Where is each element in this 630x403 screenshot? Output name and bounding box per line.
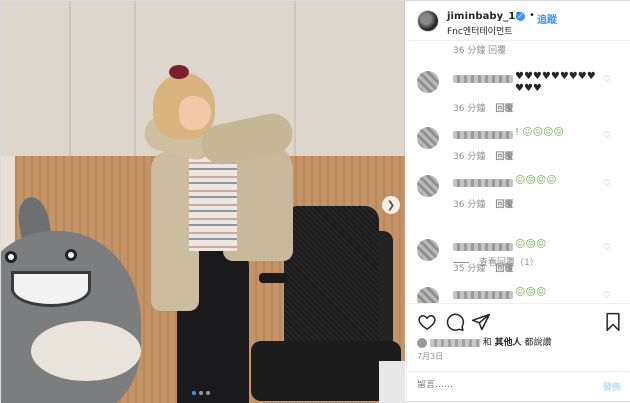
share-send-icon[interactable]	[471, 312, 491, 332]
follow-button[interactable]: 追蹤	[537, 11, 557, 26]
carousel-dot	[199, 391, 203, 395]
totoro-belly	[31, 321, 141, 381]
save-bookmark-icon[interactable]	[603, 312, 623, 332]
hair-scrunchie	[169, 65, 189, 79]
commenter-avatar[interactable]	[417, 239, 439, 261]
totoro-eye	[5, 251, 17, 263]
reply-button[interactable]: 回覆	[495, 200, 513, 210]
white-object	[379, 361, 405, 403]
instagram-post-window: ❯ jiminbaby_18 ✓ • 追蹤 Fnc엔터테이먼트 36 分鐘 回覆…	[0, 0, 630, 403]
post-photo[interactable]: ❯	[1, 1, 405, 403]
commenter-name-blurred[interactable]	[453, 291, 513, 299]
like-comment-heart-icon[interactable]: ♡	[603, 75, 611, 85]
carousel-dots	[192, 391, 210, 395]
person-striped-shirt	[189, 156, 237, 251]
author-username[interactable]: jiminbaby_18	[447, 11, 523, 22]
post-location[interactable]: Fnc엔터테이먼트	[447, 24, 513, 37]
comments-list[interactable]: 36 分鐘 回覆 ♥♥♥♥♥♥♥♥♥♥♥♥ 36 分鐘 回覆 ♡ ! 😖😖😖😖 3…	[407, 41, 630, 303]
totoro-mouth	[11, 271, 91, 307]
reply-button[interactable]: 回覆	[495, 264, 513, 274]
comment-item: ♥♥♥♥♥♥♥♥♥♥♥♥ 36 分鐘 回覆 ♡	[407, 71, 630, 127]
like-comment-heart-icon[interactable]: ♡	[603, 243, 611, 253]
comment-meta: 36 分鐘 回覆	[453, 197, 513, 210]
carousel-dot	[206, 391, 210, 395]
post-date[interactable]: 7月3日	[417, 351, 443, 362]
verified-badge-icon: ✓	[516, 12, 525, 21]
commenter-avatar[interactable]	[417, 127, 439, 149]
wall-panel	[71, 1, 136, 161]
header-separator: •	[529, 10, 535, 21]
comment-text: ! 😖😖😖😖	[515, 127, 564, 138]
commenter-avatar[interactable]	[417, 71, 439, 93]
comment-time: 35 分鐘	[453, 264, 486, 274]
post-header: jiminbaby_18 ✓ • 追蹤 Fnc엔터테이먼트	[407, 1, 630, 41]
post-side-panel: jiminbaby_18 ✓ • 追蹤 Fnc엔터테이먼트 36 分鐘 回覆 ♥…	[406, 1, 630, 401]
commenter-avatar[interactable]	[417, 175, 439, 197]
comment-meta: 36 分鐘 回覆	[453, 101, 513, 114]
comment-time: 36 分鐘	[453, 152, 486, 162]
reply-button[interactable]: 回覆	[495, 104, 513, 114]
likes-suffix: 都說讚	[524, 338, 552, 348]
comment-text: ♥♥♥♥♥♥♥♥♥♥♥♥	[515, 71, 596, 94]
commenter-avatar[interactable]	[417, 287, 439, 303]
comment-meta-partial: 36 分鐘 回覆	[453, 46, 507, 56]
comment-meta: 36 分鐘 回覆	[453, 149, 513, 162]
wall-panel	[1, 1, 71, 161]
wall-panel	[296, 1, 405, 161]
like-comment-heart-icon[interactable]: ♡	[603, 179, 611, 189]
post-comment-button[interactable]: 發佈	[603, 380, 621, 393]
office-chair-back	[284, 206, 379, 356]
comment-item: 😖😖😖 ♡	[407, 287, 630, 303]
comment-meta: 35 分鐘 回覆	[453, 261, 513, 274]
next-arrow-icon[interactable]: ❯	[382, 196, 400, 214]
likes-others-link[interactable]: 其他人	[495, 338, 522, 348]
commenter-name-blurred[interactable]	[453, 131, 513, 139]
add-comment-bar: 發佈	[407, 371, 630, 401]
office-chair-arm	[259, 273, 287, 283]
likes-summary[interactable]: 和 其他人 都說讚	[417, 335, 552, 348]
comment-input[interactable]	[417, 380, 567, 390]
totoro-eye	[65, 249, 77, 261]
author-avatar[interactable]	[417, 10, 439, 32]
like-comment-heart-icon[interactable]: ♡	[603, 291, 611, 301]
carousel-dot-active	[192, 391, 196, 395]
commenter-name-blurred[interactable]	[453, 75, 513, 83]
like-heart-icon[interactable]	[417, 312, 437, 332]
comment-time: 36 分鐘	[453, 200, 486, 210]
commenter-name-blurred[interactable]	[453, 243, 513, 251]
liker-avatar	[417, 337, 427, 348]
comment-text: 😖😖😖	[515, 239, 547, 250]
liker-name-blurred[interactable]	[429, 338, 480, 347]
likes-prefix: 和	[482, 338, 492, 348]
commenter-name-blurred[interactable]	[453, 179, 513, 187]
like-comment-heart-icon[interactable]: ♡	[603, 131, 611, 141]
reply-button[interactable]: 回覆	[495, 152, 513, 162]
post-actions	[407, 303, 630, 339]
comment-item: 😖😖😖😖 36 分鐘 回覆 ♡	[407, 175, 630, 231]
comment-time: 36 分鐘	[453, 104, 486, 114]
comment-text: 😖😖😖😖	[515, 175, 557, 186]
comment-bubble-icon[interactable]	[445, 312, 465, 332]
person-face	[179, 96, 211, 130]
comment-text: 😖😖😖	[515, 287, 547, 298]
